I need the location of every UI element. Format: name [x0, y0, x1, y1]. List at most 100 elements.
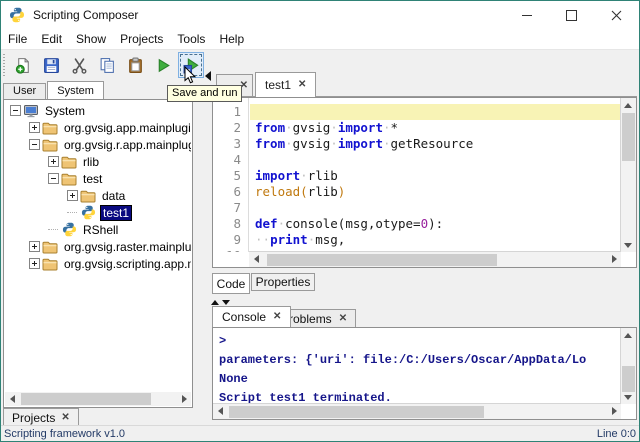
console-vscroll-thumb[interactable]: [622, 366, 635, 392]
expander-box-icon[interactable]: [29, 258, 40, 269]
run-button[interactable]: [150, 52, 176, 78]
tree-item-rshell[interactable]: RShell: [5, 221, 191, 238]
code-area[interactable]: from·gvsig·import·*from·gvsig·import·get…: [250, 98, 621, 252]
scroll-right-arrow[interactable]: [607, 252, 621, 266]
tree-item-data[interactable]: data: [5, 187, 191, 204]
save-button[interactable]: [38, 52, 64, 78]
folder-icon: [61, 171, 77, 187]
tree-item-org-gvsig-scripting-app-main[interactable]: org.gvsig.scripting.app.main: [5, 255, 191, 272]
splitter-up-icon[interactable]: [211, 300, 219, 305]
tree-item-label: org.gvsig.r.app.mainplugin: [62, 138, 191, 152]
scroll-down-arrow[interactable]: [621, 390, 635, 404]
code-token: ·: [300, 168, 308, 183]
code-token: gvsig: [293, 120, 331, 135]
scroll-down-arrow[interactable]: [621, 238, 635, 252]
cut-icon: [71, 57, 88, 74]
python-app-icon: [9, 7, 25, 23]
line-number: 1: [213, 104, 248, 120]
console-horizontal-scrollbar[interactable]: [213, 403, 621, 419]
code-line: reload(rlib): [250, 184, 621, 200]
tree-item-org-gvsig-r-app-mainplugin[interactable]: org.gvsig.r.app.mainplugin: [5, 136, 191, 153]
expander-plus-icon[interactable]: [48, 156, 61, 167]
console-panel[interactable]: >parameters: {'uri': file:/C:/Users/Osca…: [212, 327, 637, 420]
pane-splitter[interactable]: [211, 300, 230, 305]
left-tab-system[interactable]: System: [47, 81, 104, 99]
scroll-right-arrow[interactable]: [177, 392, 191, 406]
line-number: 4: [213, 152, 248, 168]
menu-show[interactable]: Show: [69, 32, 113, 46]
expander-box-icon[interactable]: [48, 156, 59, 167]
close-button[interactable]: [594, 1, 639, 29]
expander-plus-icon[interactable]: [29, 258, 42, 269]
tab-code[interactable]: Code: [212, 273, 250, 294]
tree-item-label: org.gvsig.scripting.app.main: [62, 257, 191, 271]
copy-button[interactable]: [94, 52, 120, 78]
expander-box-icon[interactable]: [29, 139, 40, 150]
expander-minus-icon[interactable]: [29, 139, 42, 150]
tree-item-test[interactable]: test: [5, 170, 191, 187]
minimize-button[interactable]: [504, 1, 549, 29]
toolbar-grip[interactable]: [3, 54, 5, 76]
expander-plus-icon[interactable]: [29, 122, 42, 133]
tab-console[interactable]: Console ✕: [212, 306, 291, 327]
tab-test1[interactable]: test1 ✕: [255, 72, 316, 97]
tree-item-rlib[interactable]: rlib: [5, 153, 191, 170]
scroll-left-arrow[interactable]: [249, 252, 263, 266]
tree-item-org-gvsig-app-mainplugin[interactable]: org.gvsig.app.mainplugin: [5, 119, 191, 136]
close-icon[interactable]: ✕: [339, 314, 347, 324]
menu-file[interactable]: File: [1, 32, 34, 46]
expander-minus-icon[interactable]: [48, 173, 61, 184]
editor-vertical-scrollbar[interactable]: [620, 98, 636, 252]
console-vertical-scrollbar[interactable]: [620, 328, 636, 404]
project-tree-panel: Systemorg.gvsig.app.mainplugin org.gvsig.…: [3, 99, 193, 408]
expander-plus-icon[interactable]: [29, 241, 42, 252]
expander-box-icon[interactable]: [10, 105, 21, 116]
close-icon[interactable]: ✕: [273, 312, 281, 322]
close-icon[interactable]: ✕: [61, 413, 69, 423]
splitter-down-icon[interactable]: [222, 300, 230, 305]
expander-plus-icon[interactable]: [67, 190, 80, 201]
tree-item-test1[interactable]: test1: [5, 204, 191, 221]
tree-item-system[interactable]: System: [5, 102, 191, 119]
editor-vscroll-thumb[interactable]: [622, 113, 635, 161]
expander-box-icon[interactable]: [67, 190, 78, 201]
close-icon: [611, 10, 622, 21]
cut-button[interactable]: [66, 52, 92, 78]
console-line: Script test1 terminated.: [219, 389, 621, 404]
scroll-up-arrow[interactable]: [621, 328, 635, 342]
scroll-right-arrow[interactable]: [607, 404, 621, 418]
tree-horizontal-scrollbar[interactable]: [5, 392, 191, 406]
console-hscroll-thumb[interactable]: [229, 406, 484, 418]
new-script-button[interactable]: [10, 52, 36, 78]
tree-item-org-gvsig-raster-mainplugin[interactable]: org.gvsig.raster.mainplugin: [5, 238, 191, 255]
python-icon: [80, 205, 96, 221]
project-tree: Systemorg.gvsig.app.mainplugin org.gvsig.…: [5, 102, 191, 391]
menu-help[interactable]: Help: [212, 32, 251, 46]
tree-item-label: rlib: [81, 155, 101, 169]
scroll-left-arrow[interactable]: [213, 404, 227, 418]
tree-scroll-thumb[interactable]: [21, 393, 151, 405]
menu-edit[interactable]: Edit: [34, 32, 69, 46]
menu-projects[interactable]: Projects: [113, 32, 170, 46]
editor-hscroll-thumb[interactable]: [267, 254, 497, 266]
tree-connector-line: [67, 212, 77, 213]
expander-minus-icon[interactable]: [10, 105, 23, 116]
close-icon[interactable]: ✕: [298, 80, 306, 90]
left-tab-user[interactable]: User: [3, 83, 46, 99]
expander-box-icon[interactable]: [29, 241, 40, 252]
tab-properties[interactable]: Properties: [251, 273, 315, 291]
code-token: ·: [278, 216, 286, 231]
code-token: getResource: [391, 136, 474, 151]
tree-connector-line: [48, 229, 58, 230]
expander-box-icon[interactable]: [29, 122, 40, 133]
tab-scroll-left-icon[interactable]: [205, 71, 211, 81]
paste-button[interactable]: [122, 52, 148, 78]
expander-box-icon[interactable]: [48, 173, 59, 184]
maximize-button[interactable]: [549, 1, 594, 29]
editor-horizontal-scrollbar[interactable]: [249, 251, 621, 267]
scroll-left-arrow[interactable]: [5, 392, 19, 406]
scroll-up-arrow[interactable]: [621, 98, 635, 112]
tree-item-label: test1: [100, 205, 132, 221]
menu-tools[interactable]: Tools: [170, 32, 212, 46]
code-editor[interactable]: 12345678910 from·gvsig·import·*from·gvsi…: [212, 97, 637, 268]
